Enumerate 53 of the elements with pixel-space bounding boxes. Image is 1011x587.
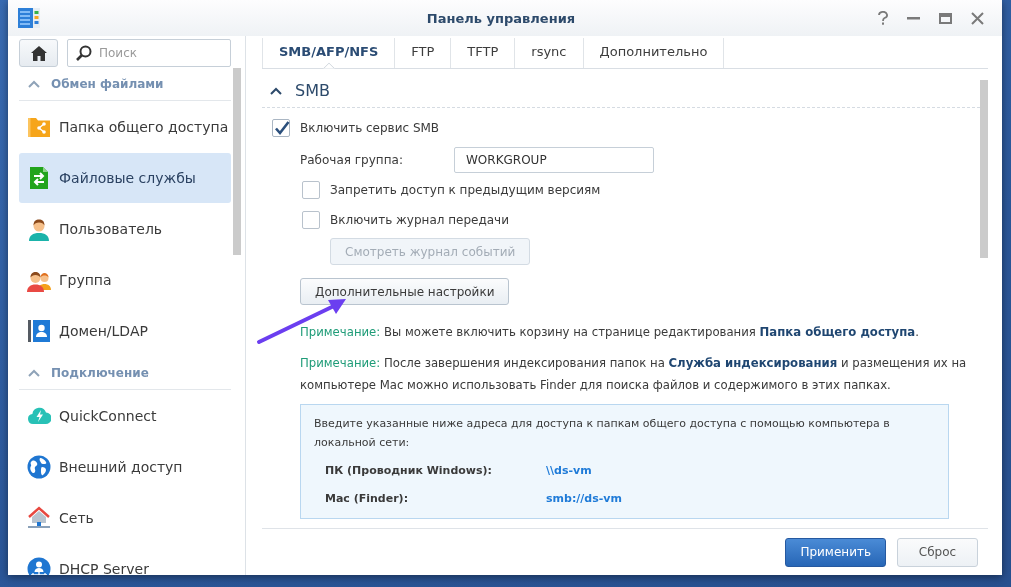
user-icon xyxy=(27,217,51,241)
minimize-icon[interactable] xyxy=(907,16,920,20)
checkbox[interactable] xyxy=(302,181,320,199)
sidebar-item[interactable]: Внешний доступ xyxy=(19,442,231,492)
checkbox[interactable] xyxy=(302,211,320,229)
note-text: Примечание: После завершения индексирования папок на Служба индексирования и размещения их на компьютере Mac можно использовать Finder для поиска файлов и содержимого в этих папках. xyxy=(300,355,968,394)
workgroup-field[interactable]: WORKGROUP xyxy=(454,147,654,173)
network-house-icon xyxy=(27,506,51,530)
tab[interactable]: rsync xyxy=(514,38,583,68)
sidebar-item[interactable]: Файловые службы xyxy=(19,153,231,203)
tab[interactable]: Дополнительно xyxy=(582,38,725,68)
apply-button[interactable]: Применить xyxy=(785,537,886,567)
scrollbar-thumb[interactable] xyxy=(980,80,988,258)
field-label: Рабочая группа: xyxy=(300,153,404,167)
sidebar-item[interactable]: Группа xyxy=(19,255,231,305)
close-icon[interactable] xyxy=(971,11,984,25)
home-icon xyxy=(30,45,47,61)
search-field[interactable]: Поиск xyxy=(67,39,231,67)
sidebar-item[interactable]: Домен/LDAP xyxy=(19,306,231,356)
checkbox-label: Запретить доступ к предыдущим версиям xyxy=(330,183,601,197)
address-label: ПК (Проводник Windows): xyxy=(325,463,493,477)
sidebar-item[interactable]: QuickConnect xyxy=(19,391,231,441)
scrollbar-thumb[interactable] xyxy=(233,68,241,255)
globe-icon xyxy=(27,455,51,479)
home-button[interactable] xyxy=(19,39,58,67)
sidebar-item[interactable]: Пользователь xyxy=(19,204,231,254)
advanced-settings-button[interactable]: Дополнительные настройки xyxy=(300,278,510,305)
sidebar-item[interactable]: Сеть xyxy=(19,493,231,543)
chevron-up-icon xyxy=(270,86,282,95)
shared-folder-icon xyxy=(27,115,51,139)
note-text: Примечание: Вы можете включить корзину на странице редактирования Папка общего доступа. xyxy=(300,324,919,341)
help-icon[interactable] xyxy=(878,11,888,25)
checkbox[interactable] xyxy=(272,119,290,137)
address-value: \\ds-vm xyxy=(546,463,592,477)
tab[interactable]: TFTP xyxy=(450,38,515,68)
chevron-up-icon xyxy=(28,368,40,377)
contact-card-icon xyxy=(27,319,51,343)
reset-button[interactable]: Сброс xyxy=(897,537,978,567)
maximize-icon[interactable] xyxy=(939,12,952,24)
sidebar-item[interactable]: DHCP Server xyxy=(19,544,231,575)
section-header[interactable]: SMB xyxy=(262,74,980,108)
checkbox-label: Включить журнал передачи xyxy=(330,213,509,227)
checkbox-label: Включить сервис SMB xyxy=(300,121,440,135)
search-icon xyxy=(76,45,92,61)
address-value: smb://ds-vm xyxy=(546,491,622,505)
window-title: Панель управления xyxy=(425,10,577,26)
chevron-up-icon xyxy=(28,79,40,88)
address-label: Mac (Finder): xyxy=(325,491,410,505)
info-text: Введите указанные ниже адреса для доступа к папкам общего доступа с помощью компьютера в локальной сети: xyxy=(314,416,891,451)
file-arrows-icon xyxy=(27,166,51,190)
tab[interactable]: FTP xyxy=(394,38,451,68)
sidebar-item[interactable]: Папка общего доступа xyxy=(19,102,231,152)
control-panel-icon xyxy=(18,7,40,29)
